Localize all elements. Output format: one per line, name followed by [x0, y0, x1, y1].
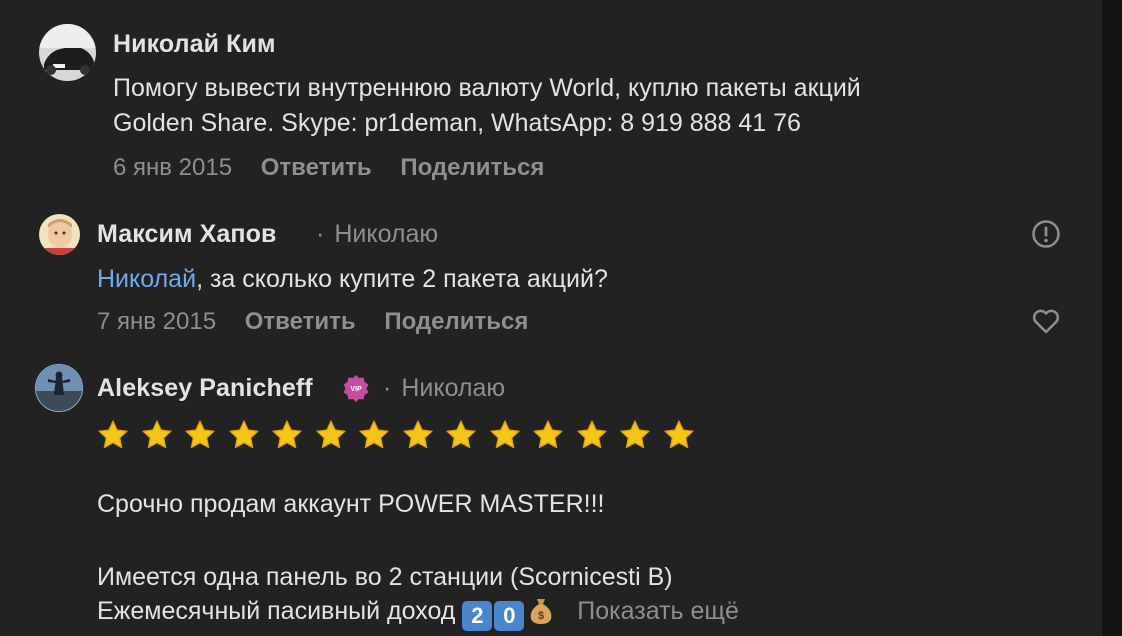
keycap-digit: 2: [462, 601, 493, 631]
star-icon: [489, 417, 533, 451]
reply-to[interactable]: · Николаю: [383, 374, 505, 403]
avatar[interactable]: [35, 364, 83, 412]
exclamation-circle-icon[interactable]: [1030, 218, 1062, 250]
share-button[interactable]: Поделиться: [384, 308, 528, 335]
comment-text-line: Ежемесячный пасивный доход 2 0 $ Показать …: [97, 594, 739, 635]
comment-text-body: Ежемесячный пасивный доход: [97, 597, 456, 625]
comment-text: Николай, за сколько купите 2 пакета акци…: [97, 262, 608, 297]
comment-meta: 7 янв 2015 Ответить Поделиться: [97, 308, 550, 336]
scrollbar-gutter: [1102, 0, 1122, 636]
reply-button[interactable]: Ответить: [245, 308, 356, 335]
vip-badge-label: VIP: [350, 386, 362, 393]
star-icon: [532, 417, 576, 451]
star-icon: [315, 417, 359, 451]
avatar[interactable]: [39, 24, 96, 81]
vip-badge-icon: VIP: [342, 374, 370, 407]
star-icon: [402, 417, 446, 451]
star-icon: [619, 417, 663, 451]
comment-text-line: Имеется одна панель во 2 станции (Scorni…: [97, 563, 673, 591]
star-icon: [141, 417, 185, 451]
comment-meta: 6 янв 2015 Ответить Поделиться: [113, 154, 566, 182]
money-bag-icon: $: [528, 597, 554, 635]
author-name[interactable]: Aleksey Panicheff: [97, 374, 313, 403]
reply-to-name[interactable]: Николаю: [334, 220, 438, 248]
star-icon: [576, 417, 620, 451]
keycap-digit: 0: [494, 601, 525, 631]
comment-text-line: Срочно продам аккаунт POWER MASTER!!!: [97, 490, 605, 518]
author-name[interactable]: Максим Хапов: [97, 220, 276, 249]
star-icon: [184, 417, 228, 451]
star-icon: [663, 417, 707, 451]
share-button[interactable]: Поделиться: [400, 154, 544, 181]
comment-date[interactable]: 7 янв 2015: [97, 308, 216, 335]
comment-text-line: Golden Share. Skype: pr1deman, WhatsApp:…: [113, 109, 801, 137]
separator-dot: ·: [316, 220, 325, 248]
comment-date[interactable]: 6 янв 2015: [113, 154, 232, 181]
comment-text-line: Помогу вывести внутреннюю валюту World, …: [113, 74, 861, 102]
star-icon: [228, 417, 272, 451]
star-icon: [358, 417, 402, 451]
svg-text:$: $: [538, 610, 544, 622]
reply-to-name[interactable]: Николаю: [401, 374, 505, 402]
mention-link[interactable]: Николай: [97, 265, 196, 293]
avatar[interactable]: [39, 214, 80, 255]
star-emoji-row: [97, 417, 706, 451]
heart-outline-icon[interactable]: [1030, 305, 1062, 337]
separator-dot: ·: [383, 374, 392, 402]
reply-button[interactable]: Ответить: [261, 154, 372, 181]
show-more-link[interactable]: Показать ещё: [577, 597, 739, 625]
comment-text-body: , за сколько купите 2 пакета акций?: [196, 265, 608, 293]
star-icon: [445, 417, 489, 451]
reply-to[interactable]: · Николаю: [316, 220, 438, 249]
author-name[interactable]: Николай Ким: [113, 30, 276, 59]
star-icon: [97, 417, 141, 451]
star-icon: [271, 417, 315, 451]
